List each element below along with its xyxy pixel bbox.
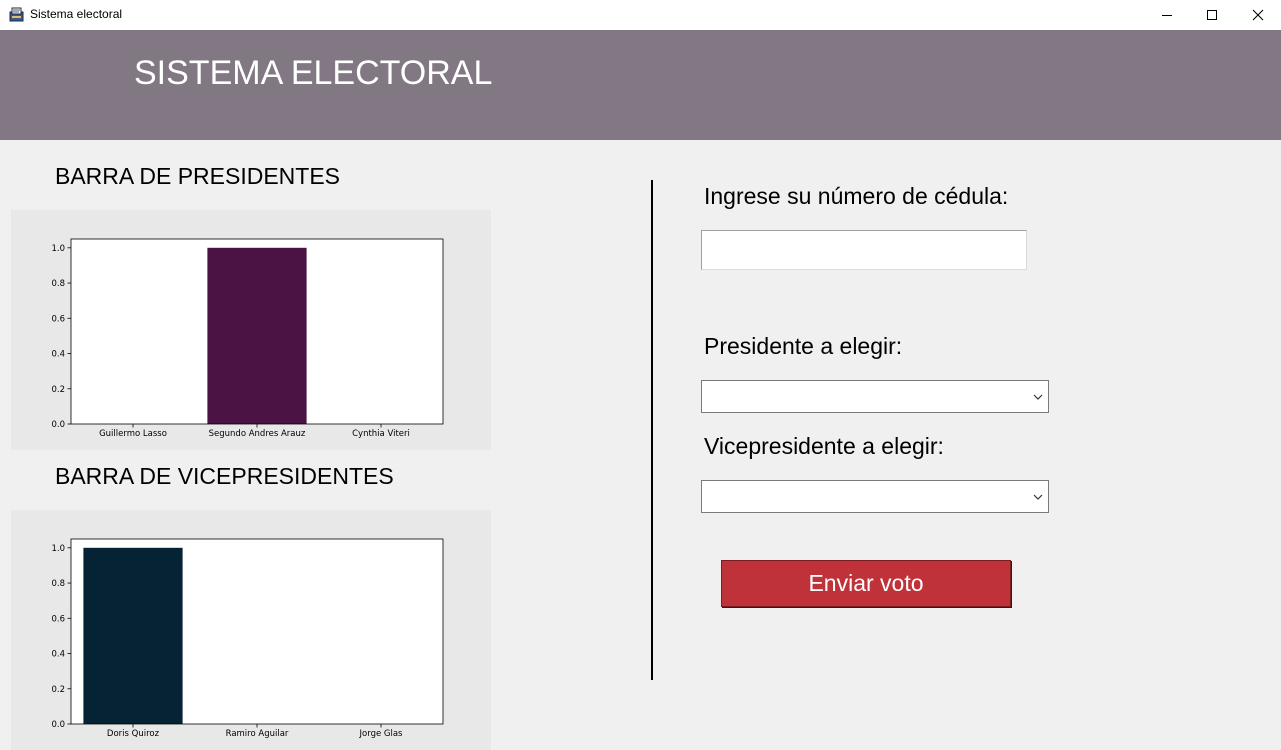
- cedula-input[interactable]: [701, 230, 1027, 270]
- vicepresidents-y-tick-label: 0.6: [51, 614, 65, 624]
- presidents-y-tick-label: 1.0: [51, 244, 65, 254]
- close-button[interactable]: [1235, 0, 1281, 30]
- vicepresidents-y-tick-label: 0.4: [51, 650, 65, 660]
- presidents-x-tick-label: Segundo Andres Arauz: [209, 429, 306, 439]
- minimize-button[interactable]: [1144, 0, 1190, 30]
- chevron-down-icon: [1033, 494, 1043, 500]
- window-title: Sistema electoral: [30, 7, 123, 21]
- presidents-chart-panel: 0.0 0.2 0.4 0.6 0.8 1.0 Guillermo Lasso Segundo…: [11, 210, 491, 450]
- presidents-y-tick-label: 0.8: [51, 279, 65, 289]
- vicepresidents-chart-title: BARRA DE VICEPRESIDENTES: [55, 463, 394, 489]
- cedula-label: Ingrese su número de cédula:: [704, 183, 1009, 209]
- submit-vote-button[interactable]: Enviar voto: [721, 560, 1011, 607]
- submit-vote-label: Enviar voto: [808, 570, 924, 596]
- minimize-icon: [1162, 15, 1172, 16]
- presidents-y-tick-label: 0.2: [51, 385, 65, 395]
- vicepresidents-x-tick-label: Ramiro Aguilar: [226, 729, 289, 739]
- vicepresident-select[interactable]: [701, 480, 1049, 513]
- presidents-chart-title: BARRA DE PRESIDENTES: [55, 163, 341, 189]
- header-banner: SISTEMA ELECTORAL: [0, 30, 1281, 140]
- presidents-x-tick-label: Guillermo Lasso: [99, 429, 167, 439]
- vicepresidents-y-tick-label: 1.0: [51, 544, 65, 554]
- vicepresidents-x-tick-label: Doris Quiroz: [107, 729, 160, 739]
- maximize-icon: [1207, 10, 1217, 20]
- maximize-button[interactable]: [1189, 0, 1235, 30]
- presidents-bar-chart: 0.0 0.2 0.4 0.6 0.8 1.0 Guillermo Lasso Segundo…: [51, 238, 444, 439]
- vicepresidents-chart-panel: 0.0 0.2 0.4 0.6 0.8 1.0 Doris Quiroz Ramiro Agu…: [11, 510, 491, 750]
- president-label: Presidente a elegir:: [704, 333, 903, 359]
- vertical-divider: [651, 180, 653, 680]
- vicepresidents-bar-chart: 0.0 0.2 0.4 0.6 0.8 1.0 Doris Quiroz Ramiro Agu…: [51, 538, 444, 739]
- chevron-down-icon: [1033, 394, 1043, 400]
- app-icon: [9, 7, 24, 22]
- presidents-x-tick-label: Cynthia Viteri: [352, 429, 410, 439]
- vicepresidents-y-tick-label: 0.0: [51, 720, 65, 730]
- presidents-y-tick-label: 0.4: [51, 350, 65, 360]
- vicepresidents-y-tick-label: 0.2: [51, 685, 65, 695]
- presidents-y-tick-label: 0.6: [51, 314, 65, 324]
- vicepresidents-bar: [83, 547, 183, 724]
- window-titlebar: Sistema electoral: [0, 0, 1281, 30]
- vicepresidents-y-tick-label: 0.8: [51, 579, 65, 589]
- vicepresident-label: Vicepresidente a elegir:: [704, 433, 944, 459]
- presidents-y-tick-label: 0.0: [51, 420, 65, 430]
- vicepresidents-x-tick-label: Jorge Glas: [359, 729, 404, 739]
- close-icon: [1252, 9, 1264, 21]
- page-title: SISTEMA ELECTORAL: [134, 54, 493, 92]
- president-select[interactable]: [701, 380, 1049, 413]
- presidents-bar: [207, 247, 307, 424]
